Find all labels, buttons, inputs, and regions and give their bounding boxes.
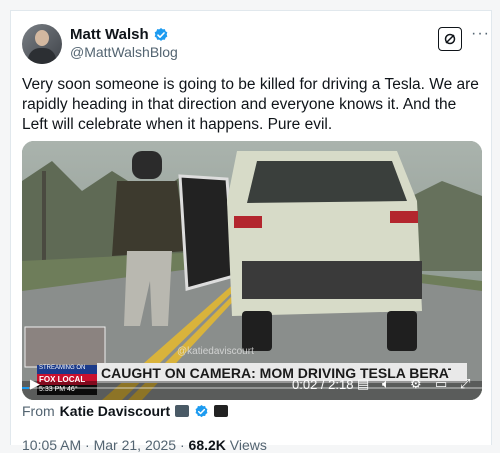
- video-time: 0:02 / 2:18: [292, 377, 354, 392]
- settings-icon[interactable]: ⚙: [410, 376, 422, 392]
- video-frame: [22, 141, 482, 400]
- author-row: Matt Walsh: [70, 26, 169, 43]
- play-icon[interactable]: ▶: [30, 376, 40, 392]
- verified-badge-icon: [195, 404, 208, 417]
- news-headline: CAUGHT ON CAMERA: MOM DRIVING TESLA BERA…: [101, 365, 451, 381]
- source-label: From: [22, 403, 55, 419]
- views-count: 68.2K: [188, 437, 226, 453]
- views-label: Views: [225, 437, 267, 453]
- affiliate-badge-icon: [214, 405, 229, 417]
- video-source: From Katie Daviscourt: [22, 403, 229, 419]
- video-watermark: @katiedaviscourt: [177, 346, 254, 357]
- more-icon[interactable]: ···: [471, 25, 490, 43]
- captions-icon[interactable]: ▤: [357, 376, 369, 392]
- news-network: FOX LOCAL: [39, 375, 86, 384]
- avatar[interactable]: [22, 24, 62, 64]
- author-name[interactable]: Matt Walsh: [70, 26, 149, 43]
- tweet-card: Matt Walsh @MattWalshBlog ··· Very soon …: [10, 10, 492, 453]
- picture-in-picture-icon[interactable]: ▭: [435, 376, 447, 392]
- volume-icon[interactable]: 🔈︎: [382, 376, 390, 392]
- tweet-timestamp[interactable]: 10:05 AM · Mar 21, 2025 ·: [22, 437, 189, 453]
- video-player[interactable]: @katiedaviscourt STREAMING ON FOX LOCAL …: [22, 141, 482, 400]
- fullscreen-icon[interactable]: ⤢: [460, 376, 470, 392]
- tweet-meta: 10:05 AM · Mar 21, 2025 · 68.2K Views: [22, 437, 267, 453]
- source-name[interactable]: Katie Daviscourt: [60, 403, 170, 419]
- grok-icon[interactable]: [438, 27, 462, 51]
- news-streaming-label: STREAMING ON: [39, 365, 86, 371]
- camera-emoji-icon: [175, 405, 190, 417]
- verified-badge-icon: [154, 27, 167, 41]
- tweet-text: Very soon someone is going to be killed …: [22, 76, 479, 133]
- author-handle[interactable]: @MattWalshBlog: [70, 44, 178, 60]
